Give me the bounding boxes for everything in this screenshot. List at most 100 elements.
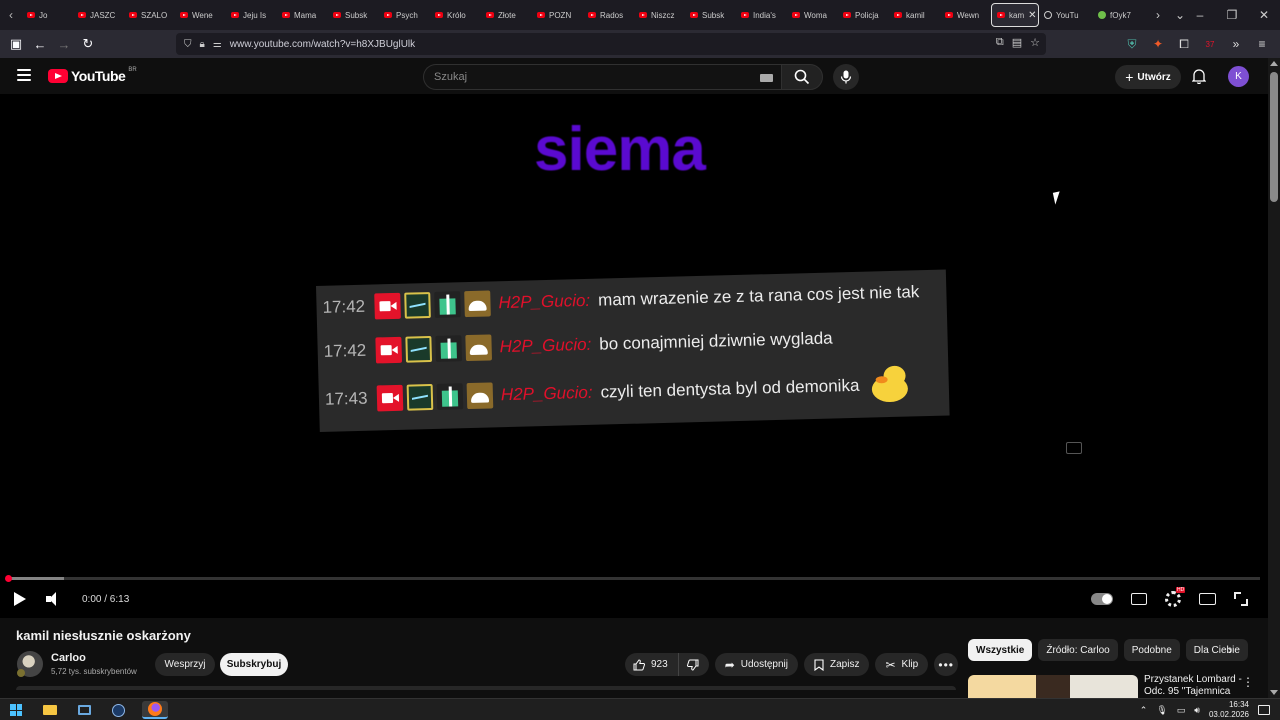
taskbar-firefox[interactable] bbox=[142, 701, 168, 719]
page-scrollbar[interactable] bbox=[1268, 58, 1280, 698]
create-button[interactable]: + Utwórz bbox=[1115, 65, 1181, 89]
tab[interactable]: SZALO bbox=[124, 3, 175, 27]
save-button[interactable]: Zapisz bbox=[804, 653, 870, 676]
filter-chip[interactable]: Źródło: Carloo bbox=[1038, 639, 1118, 661]
notifications-tray-icon[interactable] bbox=[1258, 705, 1270, 715]
progress-bar[interactable] bbox=[5, 575, 1260, 582]
tab[interactable]: Psych bbox=[379, 3, 430, 27]
tab[interactable]: Królo bbox=[430, 3, 481, 27]
play-icon[interactable] bbox=[14, 592, 26, 606]
microphone-tray-icon[interactable]: 🎙︎ bbox=[1156, 705, 1167, 716]
tab[interactable]: Woma bbox=[787, 3, 838, 27]
tab[interactable]: Niszcz bbox=[634, 3, 685, 27]
video-player[interactable]: siema 17:42 H2P_Gucio: mam wrazenie ze z… bbox=[0, 94, 1268, 618]
voice-search-button[interactable] bbox=[833, 64, 859, 90]
tab[interactable]: POZN bbox=[532, 3, 583, 27]
app-menu-icon[interactable]: ≡ bbox=[1252, 32, 1272, 56]
reader-view-icon[interactable]: ▤ bbox=[1012, 36, 1022, 49]
dislike-button[interactable] bbox=[679, 653, 709, 676]
recommended-video-thumbnail[interactable] bbox=[968, 675, 1138, 698]
tab[interactable]: Rados bbox=[583, 3, 634, 27]
start-button[interactable] bbox=[6, 701, 26, 719]
bookmark-star-icon[interactable]: ☆ bbox=[1030, 36, 1040, 49]
tab[interactable]: Subsk bbox=[328, 3, 379, 27]
scrubber-handle[interactable] bbox=[5, 575, 12, 582]
tab[interactable]: India's bbox=[736, 3, 787, 27]
taskbar-file-explorer[interactable] bbox=[40, 701, 60, 719]
kebab-menu-icon[interactable]: ⋮ bbox=[1242, 675, 1254, 689]
subtitles-icon[interactable] bbox=[1131, 593, 1147, 605]
youtube-logo[interactable]: YouTube BR bbox=[48, 67, 137, 84]
picture-in-picture-icon[interactable]: ⧉ bbox=[996, 36, 1004, 49]
tab[interactable]: Wewn bbox=[940, 3, 991, 27]
keyboard-icon[interactable] bbox=[760, 74, 773, 82]
tray-overflow-icon[interactable]: ⌃ bbox=[1140, 705, 1148, 716]
restore-icon[interactable]: ❐ bbox=[1216, 8, 1248, 22]
lock-icon[interactable]: 🔒︎ bbox=[200, 39, 205, 50]
overflow-menu-icon[interactable]: » bbox=[1226, 32, 1246, 56]
shield-icon[interactable]: ⛉ bbox=[184, 39, 192, 50]
fullscreen-icon[interactable] bbox=[1234, 592, 1248, 606]
clock[interactable]: 16:34 03.02.2026 bbox=[1209, 700, 1249, 720]
tab[interactable]: kamil bbox=[889, 3, 940, 27]
tab[interactable]: Jo bbox=[22, 3, 73, 27]
clip-button[interactable]: ✂ Klip bbox=[875, 653, 929, 676]
subscribe-button[interactable]: Subskrybuj bbox=[220, 653, 288, 676]
extensions-puzzle-icon[interactable]: ⧠ bbox=[1174, 32, 1194, 56]
extension-badge-icon[interactable]: 37 bbox=[1200, 32, 1220, 56]
chips-next-icon[interactable]: › bbox=[1228, 643, 1232, 657]
tab[interactable]: Jeju Is bbox=[226, 3, 277, 27]
tab[interactable]: Złote bbox=[481, 3, 532, 27]
scroll-down-icon[interactable] bbox=[1270, 690, 1278, 695]
theater-mode-icon[interactable] bbox=[1199, 593, 1216, 605]
taskbar-this-pc[interactable] bbox=[74, 701, 94, 719]
network-icon[interactable]: ▭ bbox=[1177, 705, 1186, 716]
share-button[interactable]: ➦ Udostępnij bbox=[714, 653, 799, 676]
menu-icon[interactable] bbox=[17, 69, 31, 81]
autoplay-toggle[interactable] bbox=[1091, 593, 1113, 605]
speaker-icon[interactable]: 🔊︎ bbox=[1194, 705, 1200, 716]
description-box[interactable] bbox=[16, 686, 956, 690]
account-avatar[interactable]: K bbox=[1228, 66, 1249, 87]
forward-icon[interactable]: → bbox=[52, 32, 76, 56]
minimize-icon[interactable]: – bbox=[1184, 8, 1216, 22]
notifications-button[interactable] bbox=[1190, 67, 1208, 85]
tab[interactable]: Mama bbox=[277, 3, 328, 27]
tab-scroll-right-icon[interactable]: › bbox=[1147, 8, 1169, 22]
close-window-icon[interactable]: ✕ bbox=[1248, 8, 1280, 22]
volume-icon[interactable] bbox=[46, 592, 62, 606]
search-input[interactable]: Szukaj bbox=[423, 64, 781, 90]
tab-scroll-left-icon[interactable]: ‹ bbox=[0, 0, 22, 30]
tab[interactable]: Subsk bbox=[685, 3, 736, 27]
tab[interactable]: JASZC bbox=[73, 3, 124, 27]
sidebar-toggle-icon[interactable]: ▣ bbox=[4, 32, 28, 56]
channel-name[interactable]: Carloo bbox=[51, 652, 86, 664]
scroll-up-icon[interactable] bbox=[1270, 61, 1278, 66]
scrollbar-thumb[interactable] bbox=[1270, 72, 1278, 202]
back-icon[interactable]: ← bbox=[28, 32, 52, 56]
ublock-icon[interactable]: ⛨ bbox=[1122, 32, 1142, 56]
url-text[interactable]: www.youtube.com/watch?v=h8XJBUglUlk bbox=[230, 39, 415, 50]
more-actions-button[interactable]: ••• bbox=[934, 653, 959, 676]
extension-fox-icon[interactable]: ✦ bbox=[1148, 32, 1168, 56]
close-tab-icon[interactable]: ✕ bbox=[1028, 10, 1036, 21]
chat-text: bo conajmniej dziwnie wyglada bbox=[599, 328, 833, 354]
channel-avatar[interactable] bbox=[17, 651, 43, 677]
reload-icon[interactable]: ↻ bbox=[76, 32, 100, 56]
filter-chip[interactable]: Dla Ciebie bbox=[1185, 639, 1248, 661]
recommended-video-title[interactable]: Przystanek Lombard - Odc. 95 "Tajemnica bbox=[1144, 674, 1244, 698]
settings-icon[interactable]: HD bbox=[1165, 587, 1186, 607]
tab[interactable]: Wene bbox=[175, 3, 226, 27]
tab-other[interactable]: fOyk7 bbox=[1093, 3, 1147, 27]
support-button[interactable]: Wesprzyj bbox=[155, 653, 215, 676]
address-bar[interactable]: ⛉ 🔒︎ ⚌ www.youtube.com/watch?v=h8XJBUglU… bbox=[176, 33, 1046, 55]
permissions-icon[interactable]: ⚌ bbox=[213, 39, 222, 50]
tab-youtube[interactable]: YouTu bbox=[1039, 3, 1093, 27]
filter-chip[interactable]: Podobne bbox=[1123, 639, 1180, 661]
tab[interactable]: Policja bbox=[838, 3, 889, 27]
search-button[interactable] bbox=[781, 64, 823, 90]
tab-active[interactable]: kam ✕ bbox=[991, 3, 1039, 27]
taskbar-steam[interactable] bbox=[108, 701, 128, 719]
like-button[interactable]: 923 bbox=[625, 653, 679, 676]
filter-chip[interactable]: Wszystkie bbox=[968, 639, 1033, 661]
